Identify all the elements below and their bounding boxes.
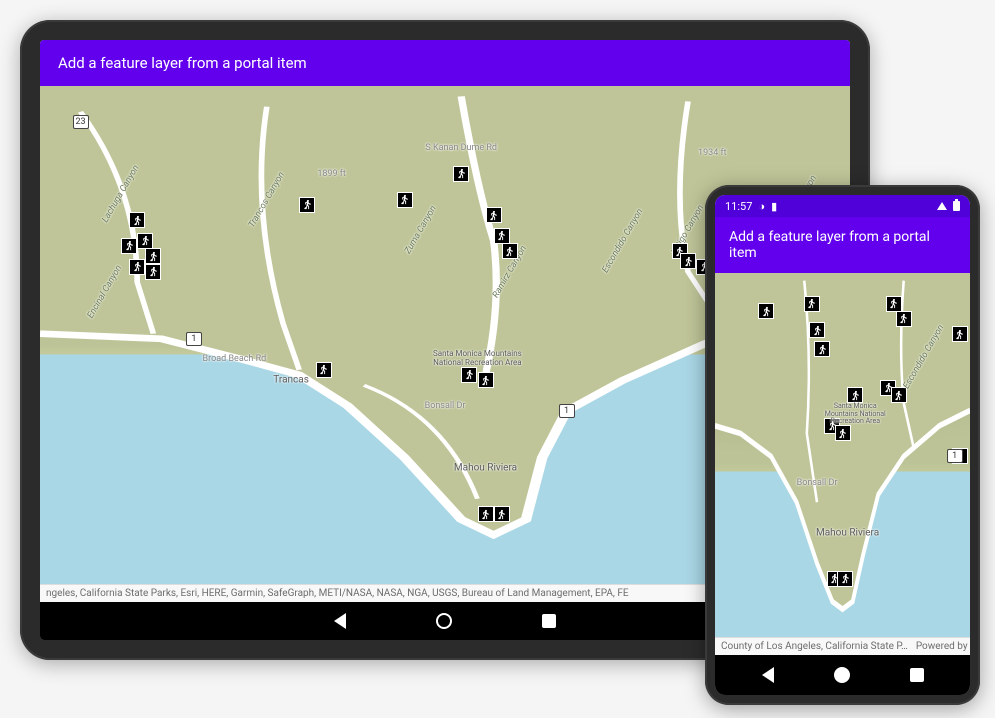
trailhead-marker[interactable] [145, 264, 161, 280]
trailhead-marker[interactable] [804, 296, 820, 312]
trailhead-marker[interactable] [137, 233, 153, 249]
nav-back-button[interactable] [334, 613, 346, 629]
trailhead-marker[interactable] [453, 166, 469, 182]
trailhead-marker[interactable] [896, 311, 912, 327]
trailhead-marker[interactable] [758, 303, 774, 319]
nav-recents-button[interactable] [910, 668, 924, 682]
trailhead-marker[interactable] [397, 192, 413, 208]
attribution-text: County of Los Angeles, California State … [721, 641, 908, 652]
trailhead-marker[interactable] [886, 296, 902, 312]
notification-icon: ▮ [771, 200, 777, 213]
trailhead-marker[interactable] [680, 253, 696, 269]
status-bar: 11:57 ◑ ▮ [715, 195, 970, 217]
trailhead-marker[interactable] [121, 238, 137, 254]
app-bar: Add a feature layer from a portal item [40, 40, 850, 86]
nav-home-button[interactable] [834, 667, 850, 683]
trailhead-marker[interactable] [494, 506, 510, 522]
trailhead-marker[interactable] [891, 387, 907, 403]
trailhead-marker[interactable] [129, 259, 145, 275]
trailhead-marker[interactable] [809, 322, 825, 338]
attribution-powered-by: Powered by Esri [916, 641, 970, 652]
battery-icon [953, 201, 960, 211]
trailhead-marker[interactable] [299, 197, 315, 213]
trailhead-marker[interactable] [129, 212, 145, 228]
phone-screen: 11:57 ◑ ▮ Add a feature layer from a por… [715, 195, 970, 695]
trailhead-marker[interactable] [494, 228, 510, 244]
trailhead-marker[interactable] [502, 243, 518, 259]
nav-home-button[interactable] [436, 613, 452, 629]
trailhead-marker[interactable] [837, 571, 853, 587]
nav-back-button[interactable] [762, 667, 774, 683]
trailhead-marker[interactable] [145, 248, 161, 264]
trailhead-marker[interactable] [847, 387, 863, 403]
wifi-icon [937, 202, 947, 210]
highway-shield: 1 [947, 449, 963, 463]
map-attribution: County of Los Angeles, California State … [715, 637, 970, 655]
highway-shield: 23 [73, 115, 89, 129]
coastline [715, 273, 970, 655]
app-title: Add a feature layer from a portal item [729, 229, 930, 261]
app-title: Add a feature layer from a portal item [58, 54, 307, 72]
trailhead-marker[interactable] [316, 362, 332, 378]
highway-shield: 1 [186, 332, 202, 346]
status-time: 11:57 [725, 200, 752, 213]
android-nav-bar [715, 655, 970, 695]
trailhead-marker[interactable] [478, 372, 494, 388]
debug-icon: ◑ [758, 200, 765, 213]
trailhead-marker[interactable] [461, 367, 477, 383]
trailhead-marker[interactable] [952, 326, 968, 342]
phone-device-frame: 11:57 ◑ ▮ Add a feature layer from a por… [705, 185, 980, 705]
map-view[interactable]: Santa Monica Mountains National Recreati… [715, 273, 970, 655]
highway-shield: 1 [559, 404, 575, 418]
trailhead-marker[interactable] [814, 341, 830, 357]
trailhead-marker[interactable] [486, 207, 502, 223]
trailhead-marker[interactable] [478, 506, 494, 522]
nav-recents-button[interactable] [542, 614, 556, 628]
trailhead-marker[interactable] [835, 425, 851, 441]
app-bar: Add a feature layer from a portal item [715, 217, 970, 273]
attribution-text: ngeles, California State Parks, Esri, HE… [46, 588, 629, 599]
